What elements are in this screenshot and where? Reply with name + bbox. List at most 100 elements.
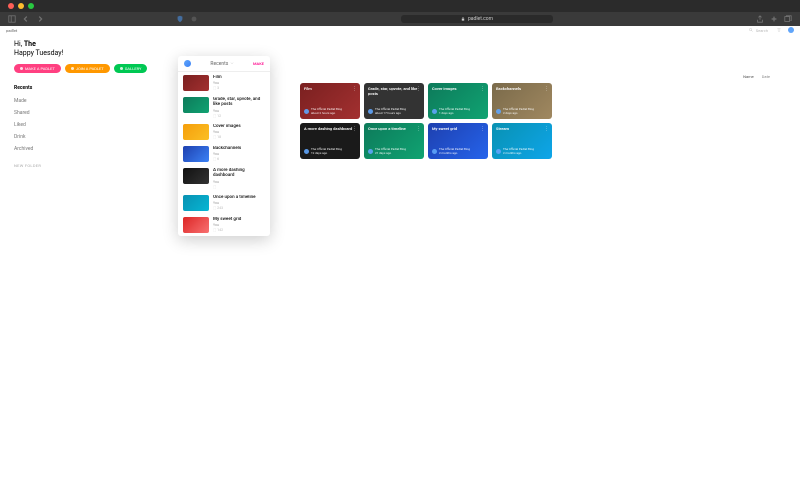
card-meta: The Official Padlet Blog1 days ago xyxy=(432,107,484,115)
nav-item[interactable]: Shared xyxy=(14,107,146,119)
join-padlet-button[interactable]: JOIN A PADLET xyxy=(65,64,110,73)
nav-item[interactable]: Liked xyxy=(14,119,146,131)
dropdown-item-count: ⬚ 243 xyxy=(213,206,265,210)
dropdown-item-count: ⬚ 12 xyxy=(213,114,265,118)
gallery-button[interactable]: GALLERY xyxy=(114,64,148,73)
link-icon xyxy=(71,67,74,70)
brand-logo[interactable]: padlet xyxy=(6,28,17,33)
dropdown-item[interactable]: My sweet gridYou⬚ 142 xyxy=(178,214,270,236)
make-padlet-button[interactable]: MAKE A PADLET xyxy=(14,64,61,73)
card-more-icon[interactable]: ⋮ xyxy=(480,126,485,132)
dropdown-item-author: You xyxy=(213,130,265,134)
padlet-card[interactable]: A more dashing dashboard⋮The Official Pa… xyxy=(300,123,360,159)
card-more-icon[interactable]: ⋮ xyxy=(416,126,421,132)
padlet-card[interactable]: Cover images⋮ The Official Padlet Blog1 d… xyxy=(428,83,488,119)
padlet-card[interactable]: Backchannels⋮ The Official Padlet Blog2 d… xyxy=(492,83,552,119)
dropdown-item-count: ⬚ 6 xyxy=(213,157,265,161)
card-title: Film xyxy=(304,87,356,92)
card-meta: The Official Padlet Blogabout 2 hours ag… xyxy=(304,107,356,115)
dropdown-thumb xyxy=(183,146,209,162)
card-avatar xyxy=(304,109,309,114)
sort-date[interactable]: Date xyxy=(762,74,770,79)
dropdown-item-count: ⬚ 18 xyxy=(213,135,265,139)
padlet-card[interactable]: Grade, star, upvote, and like posts⋮ The … xyxy=(364,83,424,119)
dropdown-header: Recents MAKE xyxy=(178,56,270,72)
sidebar-toggle-icon[interactable] xyxy=(8,15,16,23)
card-meta: The Official Padlet Blogabout 17 hours a… xyxy=(368,107,420,115)
dropdown-item-title: Film xyxy=(213,75,265,80)
dropdown-item[interactable]: Cover imagesYou⬚ 18 xyxy=(178,121,270,143)
card-title: Once upon a timeline xyxy=(368,127,420,132)
greeting: Hi, The Happy Tuesday! xyxy=(14,40,146,58)
back-icon[interactable] xyxy=(22,15,30,23)
dropdown-item[interactable]: BackchannelsYou⬚ 6 xyxy=(178,143,270,165)
sort-name[interactable]: Name xyxy=(743,74,754,79)
plus-icon xyxy=(20,67,23,70)
filter-icon[interactable] xyxy=(777,28,781,32)
user-avatar[interactable] xyxy=(788,27,794,33)
url-bar[interactable]: padlet.com xyxy=(204,15,750,23)
card-title: Stream xyxy=(496,127,548,132)
card-avatar xyxy=(432,149,437,154)
search-box[interactable]: Search xyxy=(749,27,794,33)
card-avatar xyxy=(304,149,309,154)
dropdown-item[interactable]: Once upon a timelineYou⬚ 243 xyxy=(178,192,270,214)
card-avatar xyxy=(368,109,373,114)
url-text: padlet.com xyxy=(468,16,493,22)
card-more-icon[interactable]: ⋮ xyxy=(544,86,549,92)
nav-group: Recents MadeSharedLikedDrinkArchived xyxy=(14,85,146,155)
card-title: Cover images xyxy=(432,87,484,92)
card-title: Backchannels xyxy=(496,87,548,92)
dropdown-item-count: ⬚ 3 xyxy=(213,86,265,90)
dropdown-item[interactable]: A more dashing dashboardYou⬚ xyxy=(178,165,270,192)
shield-icon[interactable] xyxy=(176,15,184,23)
tabs-icon[interactable] xyxy=(784,15,792,23)
window-titlebar xyxy=(0,0,800,12)
dropdown-item-title: Cover images xyxy=(213,124,265,129)
dropdown-title[interactable]: Recents xyxy=(191,61,253,67)
dropdown-item-author: You xyxy=(213,180,265,184)
dropdown-item[interactable]: Grade, star, upvote, and like postsYou⬚ … xyxy=(178,94,270,121)
dropdown-make-button[interactable]: MAKE xyxy=(253,61,264,66)
dropdown-item-title: Once upon a timeline xyxy=(213,195,265,200)
dropdown-item-count: ⬚ 142 xyxy=(213,228,265,232)
grid-header: Name Date xyxy=(300,74,780,79)
card-title: Grade, star, upvote, and like posts xyxy=(368,87,420,97)
search-icon xyxy=(749,28,753,32)
reader-icon[interactable] xyxy=(190,15,198,23)
forward-icon[interactable] xyxy=(36,15,44,23)
card-more-icon[interactable]: ⋮ xyxy=(352,86,357,92)
nav-item[interactable]: Drink xyxy=(14,131,146,143)
card-more-icon[interactable]: ⋮ xyxy=(480,86,485,92)
dropdown-avatar[interactable] xyxy=(184,60,191,67)
browser-toolbar: padlet.com xyxy=(0,12,800,26)
dropdown-item[interactable]: FilmYou⬚ 3 xyxy=(178,72,270,94)
dropdown-thumb xyxy=(183,75,209,91)
new-folder-button[interactable]: NEW FOLDER xyxy=(14,163,146,168)
card-more-icon[interactable]: ⋮ xyxy=(544,126,549,132)
padlet-card[interactable]: My sweet grid⋮The Official Padlet Blog2 … xyxy=(428,123,488,159)
sidebar: Hi, The Happy Tuesday! MAKE A PADLET JOI… xyxy=(0,34,160,500)
card-meta: The Official Padlet Blog2 days ago xyxy=(496,107,548,115)
nav-header[interactable]: Recents xyxy=(14,85,146,91)
share-icon[interactable] xyxy=(756,15,764,23)
dropdown-item-author: You xyxy=(213,152,265,156)
close-window[interactable] xyxy=(8,3,14,9)
card-meta: The Official Padlet Blog12 days ago xyxy=(304,147,356,155)
padlet-card[interactable]: Film⋮ The Official Padlet Blogabout 2 hou… xyxy=(300,83,360,119)
dropdown-item-author: You xyxy=(213,201,265,205)
nav-item[interactable]: Archived xyxy=(14,143,146,155)
padlet-card[interactable]: Stream⋮The Official Padlet Blog2 months … xyxy=(492,123,552,159)
dropdown-item-title: Grade, star, upvote, and like posts xyxy=(213,97,265,108)
nav-item[interactable]: Made xyxy=(14,95,146,107)
padlet-card[interactable]: Once upon a timeline⋮The Official Padlet… xyxy=(364,123,424,159)
card-avatar xyxy=(432,109,437,114)
card-more-icon[interactable]: ⋮ xyxy=(352,126,357,132)
minimize-window[interactable] xyxy=(18,3,24,9)
new-tab-icon[interactable] xyxy=(770,15,778,23)
page-content: padlet Search Hi, The Happy Tuesday! MAK… xyxy=(0,26,800,500)
card-more-icon[interactable]: ⋮ xyxy=(416,86,421,92)
dropdown-thumb xyxy=(183,97,209,113)
maximize-window[interactable] xyxy=(28,3,34,9)
lock-icon xyxy=(461,17,465,21)
